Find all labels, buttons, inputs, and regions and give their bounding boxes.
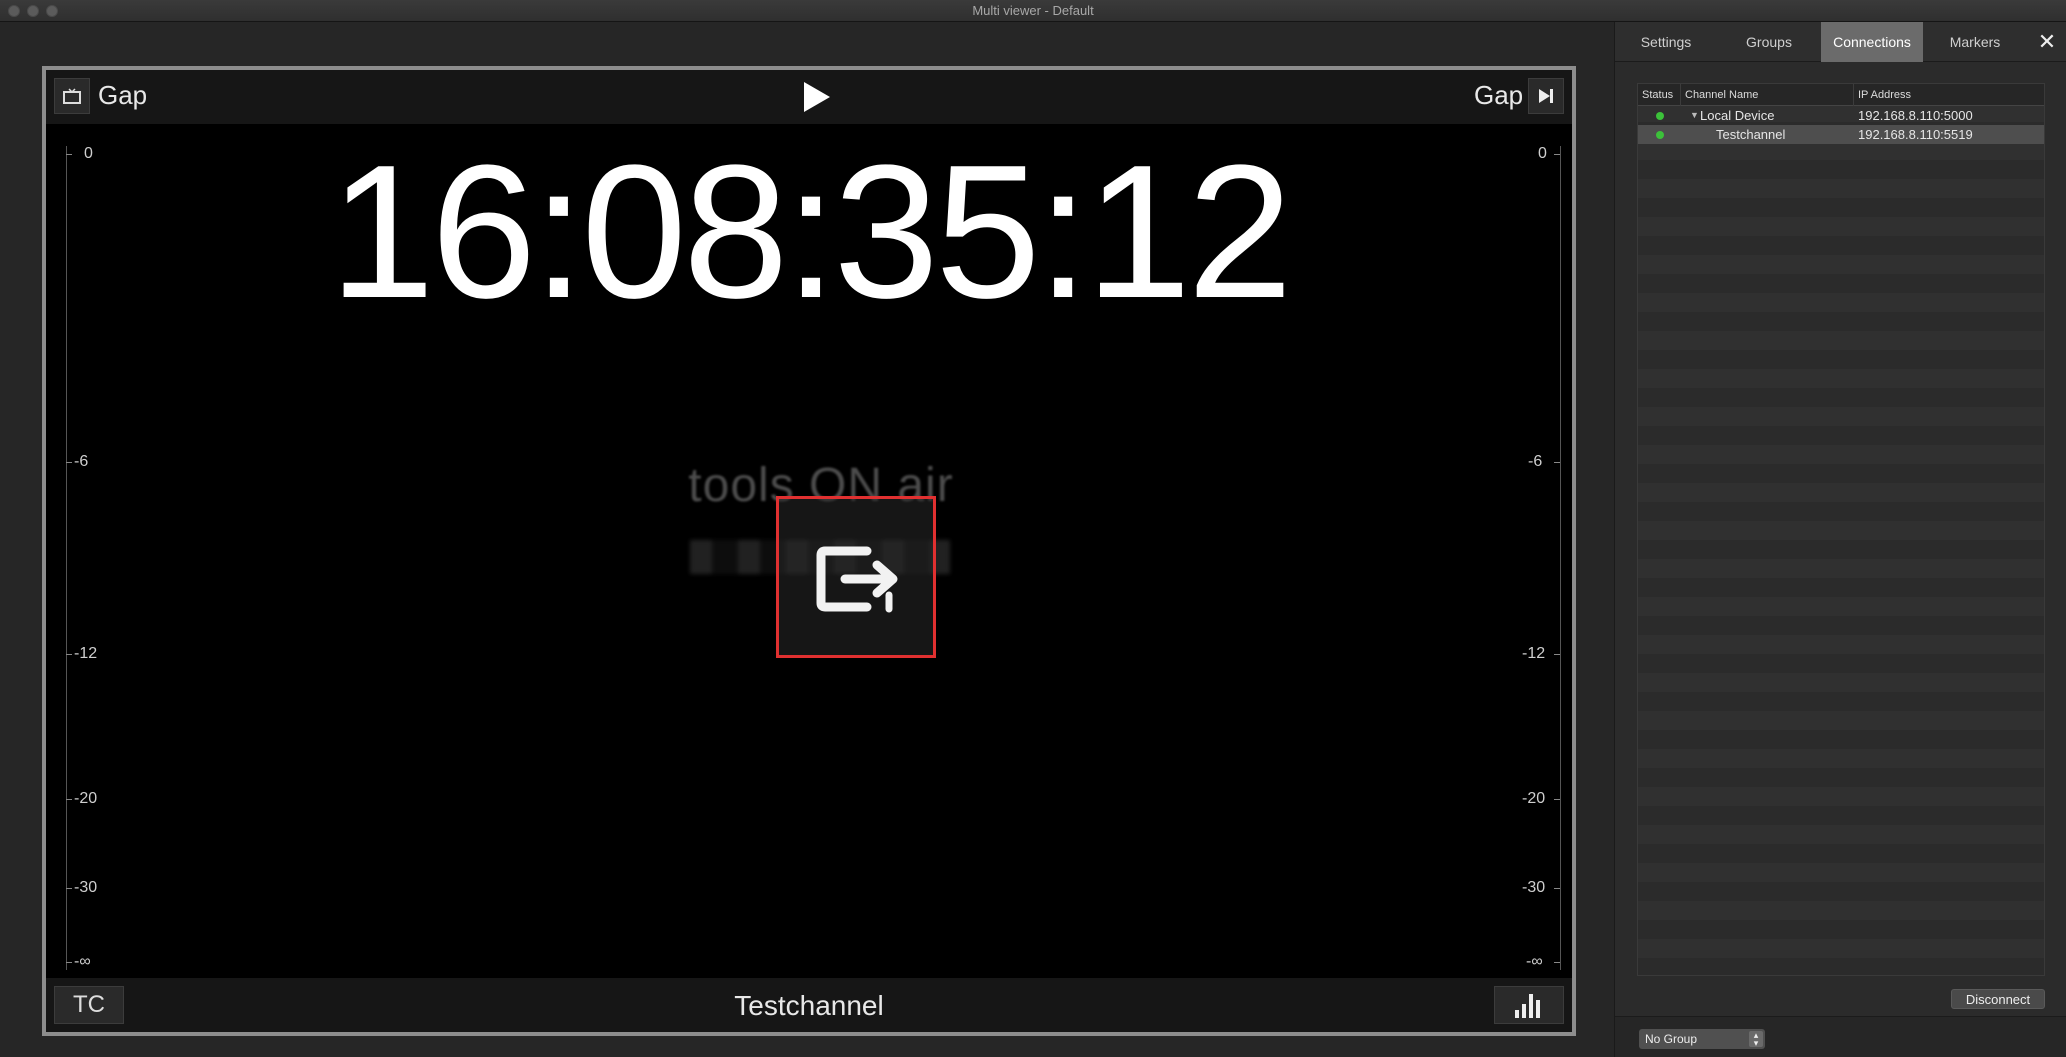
sidebar: Settings Groups Connections Markers ✕ St…: [1614, 22, 2066, 1057]
bar-chart-icon: [1515, 994, 1540, 1018]
ip-address-cell: 192.168.8.110:5000: [1858, 108, 1973, 123]
scale-tick: -30: [74, 879, 98, 896]
scale-tick: -30: [1522, 879, 1546, 896]
select-stepper-icon: ▴ ▾: [1749, 1031, 1763, 1048]
right-gap-label: Gap: [1474, 80, 1524, 110]
main-area: Gap Gap 16:08:35:12 0 -6 -12 -20 -30 -∞ …: [0, 22, 1614, 1057]
title-bar: Multi viewer - Default: [0, 0, 2066, 22]
scale-tick: -6: [74, 453, 89, 470]
scale-tick: -20: [74, 790, 98, 807]
output-overlay-button[interactable]: [776, 496, 936, 658]
scale-tick: -20: [1522, 790, 1546, 807]
left-audio-scale: 0 -6 -12 -20 -30 -∞: [58, 146, 118, 970]
channel-name-cell: Testchannel: [1716, 127, 1786, 142]
scale-tick: 0: [1538, 145, 1547, 162]
status-connected-icon: [1656, 131, 1664, 139]
scale-tick: 0: [84, 145, 93, 162]
column-header-status[interactable]: Status: [1638, 84, 1681, 106]
tab-markers[interactable]: Markers: [1923, 22, 2027, 62]
monitor-icon: [63, 88, 81, 104]
channel-name-label: Testchannel: [734, 990, 884, 1021]
channel-viewer[interactable]: Gap Gap 16:08:35:12 0 -6 -12 -20 -30 -∞ …: [42, 66, 1576, 1036]
status-connected-icon: [1656, 112, 1664, 120]
sidebar-bottom-bar: No Group ▴ ▾: [1615, 1016, 2066, 1057]
group-select-value: No Group: [1645, 1032, 1698, 1046]
monitor-button[interactable]: [54, 78, 90, 114]
play-icon: [804, 82, 830, 112]
disconnect-button[interactable]: Disconnect: [1951, 989, 2045, 1009]
scale-tick: -12: [1522, 645, 1546, 662]
ip-address-cell: 192.168.8.110:5519: [1858, 127, 1973, 142]
disclosure-triangle-icon[interactable]: ▼: [1690, 106, 1699, 125]
table-row[interactable]: Testchannel 192.168.8.110:5519: [1638, 125, 2044, 144]
window-title: Multi viewer - Default: [972, 3, 1094, 18]
viewer-top-bar: Gap Gap: [46, 70, 1572, 124]
scale-tick: -∞: [74, 953, 91, 970]
timecode-display: 16:08:35:12: [329, 126, 1293, 338]
scale-tick: -∞: [1526, 953, 1543, 970]
left-gap-label: Gap: [98, 80, 148, 110]
scale-tick: -6: [1528, 453, 1543, 470]
column-header-channel-name[interactable]: Channel Name: [1681, 84, 1854, 106]
audio-meter-button[interactable]: [1494, 986, 1564, 1024]
tab-connections[interactable]: Connections: [1821, 22, 1923, 62]
connections-table: Status Channel Name IP Address ▼ Local D…: [1637, 83, 2045, 976]
tab-bar: Settings Groups Connections Markers ✕: [1615, 22, 2066, 62]
viewer-bottom-bar: TC Testchannel: [46, 978, 1572, 1032]
output-arrow-icon: [816, 546, 898, 613]
close-icon[interactable]: ✕: [2035, 29, 2059, 54]
play-button[interactable]: [798, 80, 832, 114]
right-audio-scale: 0 -6 -12 -20 -30 -∞: [1512, 146, 1572, 970]
table-header: Status Channel Name IP Address: [1638, 84, 2044, 106]
scale-tick: -12: [74, 645, 98, 662]
tab-groups[interactable]: Groups: [1717, 22, 1821, 62]
channel-name-cell: Local Device: [1700, 108, 1775, 123]
table-row[interactable]: ▼ Local Device 192.168.8.110:5000: [1638, 106, 2044, 125]
skip-to-end-icon: [1539, 89, 1553, 103]
group-select[interactable]: No Group ▴ ▾: [1639, 1029, 1765, 1049]
tab-settings[interactable]: Settings: [1615, 22, 1717, 62]
skip-to-end-button[interactable]: [1528, 78, 1564, 114]
column-header-ip-address[interactable]: IP Address: [1854, 84, 2044, 106]
